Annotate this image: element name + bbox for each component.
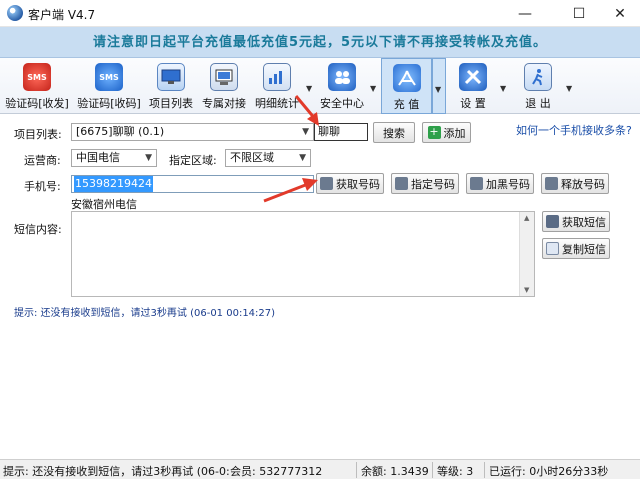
- scroll-down-icon[interactable]: ▼: [524, 286, 529, 294]
- settings-button[interactable]: 设 置: [450, 58, 496, 114]
- security-dropdown-icon[interactable]: ▼: [370, 84, 376, 93]
- minimize-button[interactable]: —: [502, 0, 548, 27]
- scrollbar[interactable]: ▲ ▼: [519, 212, 534, 296]
- help-link[interactable]: 如何一个手机接收多条?: [516, 122, 632, 138]
- copy-icon: [546, 242, 559, 255]
- region-label: 指定区域:: [169, 154, 217, 167]
- notice-banner: 请注意即日起平台充值最低充值5元起，5元以下请不再接受转帐及充值。: [0, 27, 640, 58]
- chevron-down-icon: ▼: [145, 153, 152, 163]
- member-id: 会员: 532777312: [230, 465, 323, 478]
- status-divider: [356, 462, 357, 478]
- phone-icon: [320, 177, 333, 190]
- copy-sms-label: 复制短信: [562, 242, 606, 256]
- operator-select[interactable]: 中国电信 ▼: [71, 149, 157, 167]
- sms-content-textarea[interactable]: ▲ ▼: [71, 211, 535, 297]
- project-label: 项目列表:: [14, 128, 62, 141]
- get-sms-button[interactable]: 获取短信: [542, 211, 610, 232]
- assign-number-button[interactable]: 指定号码: [391, 173, 459, 194]
- title-bar: 客户端 V4.7 — ☐ ✕: [0, 0, 640, 27]
- phone-location: 安徽宿州电信: [71, 198, 137, 211]
- get-sms-label: 获取短信: [562, 215, 606, 229]
- scroll-up-icon[interactable]: ▲: [524, 214, 529, 222]
- blacklist-number-button[interactable]: 加黑号码: [466, 173, 534, 194]
- region-select-value: 不限区域: [230, 151, 274, 164]
- recharge-button[interactable]: 充 值: [381, 58, 432, 114]
- monitor-icon: [157, 63, 185, 91]
- phone-label: 手机号:: [24, 180, 61, 193]
- add-button[interactable]: + 添加: [422, 122, 471, 143]
- sms-send-receive-button[interactable]: SMS 验证码[收发]: [2, 58, 72, 114]
- exit-dropdown-icon[interactable]: ▼: [566, 84, 572, 93]
- users-icon: [328, 63, 356, 91]
- chevron-down-icon: ▼: [299, 153, 306, 163]
- get-number-button[interactable]: 获取号码: [316, 173, 384, 194]
- project-list-button[interactable]: 项目列表: [146, 58, 196, 114]
- settings-dropdown-icon[interactable]: ▼: [500, 84, 506, 93]
- add-button-label: 添加: [443, 126, 466, 140]
- sms-blue-icon: SMS: [95, 63, 123, 91]
- release-number-button[interactable]: 释放号码: [541, 173, 609, 194]
- get-number-label: 获取号码: [336, 177, 380, 191]
- close-button[interactable]: ✕: [600, 0, 640, 27]
- exit-button[interactable]: 退 出: [514, 58, 562, 114]
- operator-select-value: 中国电信: [76, 151, 120, 164]
- project-select[interactable]: [6675]聊聊 (0.1) ▼: [71, 123, 314, 141]
- phone-icon: [395, 177, 408, 190]
- operator-label: 运营商:: [24, 154, 61, 167]
- search-input[interactable]: 聊聊: [314, 123, 368, 141]
- status-divider: [484, 462, 485, 478]
- tip-message: 提示: 还没有接收到短信，请过3秒再试 (06-01 00:14:27): [14, 308, 276, 319]
- window-title: 客户端 V4.7: [28, 8, 96, 22]
- recharge-dropdown-button[interactable]: ▼: [432, 58, 446, 114]
- status-divider: [432, 462, 433, 478]
- plus-icon: +: [427, 125, 441, 139]
- project-select-value: [6675]聊聊 (0.1): [76, 125, 165, 138]
- phone-number: 15398219424: [74, 176, 153, 192]
- security-center-button[interactable]: 安全中心: [316, 58, 368, 114]
- level: 等级: 3: [437, 465, 474, 478]
- recharge-dropdown-icon: ▼: [435, 85, 442, 94]
- screen-icon: [210, 63, 238, 91]
- maximize-button[interactable]: ☐: [556, 0, 602, 27]
- copy-sms-button[interactable]: 复制短信: [542, 238, 610, 259]
- search-button[interactable]: 搜索: [373, 122, 415, 143]
- app-logo-icon: [7, 5, 23, 21]
- sms-label: 短信内容:: [14, 223, 62, 236]
- region-select[interactable]: 不限区域 ▼: [225, 149, 311, 167]
- status-message: 提示: 还没有接收到短信，请过3秒再试 (06-0:: [3, 465, 230, 478]
- annotation-arrow-icon: [294, 95, 319, 126]
- statistics-dropdown-icon[interactable]: ▼: [306, 84, 312, 93]
- sms-red-icon: SMS: [23, 63, 51, 91]
- sms-receive-button[interactable]: SMS 验证码[收码]: [74, 58, 144, 114]
- balance: 余额: 1.3439: [361, 465, 429, 478]
- release-number-label: 释放号码: [561, 177, 605, 191]
- blacklist-number-label: 加黑号码: [486, 177, 530, 191]
- phone-icon: [545, 177, 558, 190]
- exclusive-connect-button[interactable]: 专属对接: [198, 58, 250, 114]
- status-bar: 提示: 还没有接收到短信，请过3秒再试 (06-0: 会员: 532777312…: [0, 459, 640, 479]
- running-man-icon: [524, 63, 552, 91]
- chart-icon: [263, 63, 291, 91]
- phone-icon: [470, 177, 483, 190]
- tools-icon: [459, 63, 487, 91]
- assign-number-label: 指定号码: [411, 177, 455, 191]
- message-icon: [546, 215, 559, 228]
- annotation-arrow-icon: [263, 178, 318, 203]
- running-time: 已运行: 0小时26分33秒: [489, 465, 609, 478]
- acrobat-icon: [392, 64, 421, 92]
